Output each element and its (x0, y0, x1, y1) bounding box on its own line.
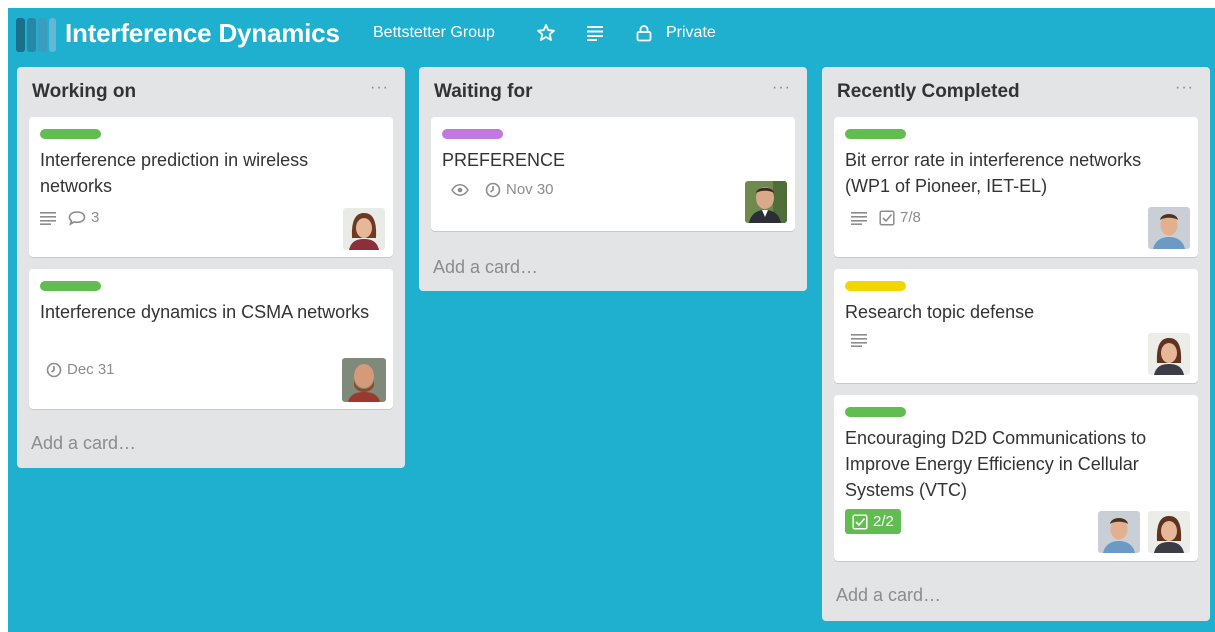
list-title[interactable]: Recently Completed (837, 81, 1020, 103)
description-icon (40, 211, 56, 225)
avatar[interactable] (1098, 511, 1140, 553)
list-title[interactable]: Working on (32, 81, 136, 103)
card-label-yellow (845, 281, 906, 291)
description-icon (851, 333, 867, 347)
board-header: Interference Dynamics Bettstetter Group … (8, 8, 1215, 60)
list-working-on: Working on ··· Interference prediction i… (17, 67, 405, 468)
list-menu-icon[interactable]: ··· (370, 79, 389, 97)
checklist-icon (852, 513, 868, 530)
card-title: Bit error rate in interference networks … (845, 150, 1142, 196)
list-menu-icon[interactable]: ··· (1175, 79, 1194, 97)
due-date-badge: Nov 30 (485, 181, 554, 198)
card-badges: 3 (40, 209, 99, 226)
list-waiting-for: Waiting for ··· PREFERENCE Nov 30 Add a … (419, 67, 807, 291)
card[interactable]: Interference dynamics in CSMA networks D… (29, 269, 393, 409)
card-label-green (40, 281, 101, 291)
team-button[interactable]: Bettstetter Group (373, 24, 495, 42)
card-title: Research topic defense (845, 302, 1035, 322)
clock-icon (485, 182, 501, 197)
checklist-count: 7/8 (900, 209, 921, 226)
card[interactable]: PREFERENCE Nov 30 (431, 117, 795, 231)
card[interactable]: Research topic defense (834, 269, 1198, 383)
card-badges (851, 333, 867, 347)
checklist-count: 2/2 (873, 513, 894, 530)
due-date-badge: Dec 31 (46, 361, 115, 378)
visibility-button[interactable]: Private (666, 24, 716, 42)
list-recently-completed: Recently Completed ··· Bit error rate in… (822, 67, 1210, 621)
list-title[interactable]: Waiting for (434, 81, 533, 103)
due-date: Nov 30 (506, 181, 554, 198)
card-label-green (845, 407, 906, 417)
board-title[interactable]: Interference Dynamics (65, 18, 340, 49)
card[interactable]: Interference prediction in wireless netw… (29, 117, 393, 257)
comment-count: 3 (91, 209, 100, 226)
lock-icon (636, 24, 652, 47)
card-badges: 7/8 (851, 209, 921, 226)
card-label-green (845, 129, 906, 139)
card-badges: Nov 30 (451, 181, 554, 198)
avatar[interactable] (1148, 333, 1190, 375)
avatar[interactable] (745, 181, 787, 223)
avatar[interactable] (1148, 511, 1190, 553)
comment-icon (68, 210, 86, 226)
board-logo-icon[interactable] (16, 18, 56, 52)
card[interactable]: Bit error rate in interference networks … (834, 117, 1198, 257)
checklist-icon (879, 209, 895, 226)
eye-icon (451, 183, 469, 197)
card-label-purple (442, 129, 503, 139)
card-title: PREFERENCE (442, 150, 566, 170)
add-card-button[interactable]: Add a card… (836, 585, 941, 606)
card-label-green (40, 129, 101, 139)
due-date: Dec 31 (67, 361, 115, 378)
avatar[interactable] (342, 358, 386, 402)
list-menu-icon[interactable]: ··· (772, 79, 791, 97)
card-title: Encouraging D2D Communications to Improv… (845, 428, 1147, 500)
card-badges: 2/2 (845, 509, 901, 534)
card-badges: Dec 31 (46, 361, 115, 378)
star-icon[interactable] (536, 23, 556, 48)
checklist-complete-badge: 2/2 (845, 509, 901, 534)
menu-lines-icon[interactable] (586, 25, 604, 46)
comments-badge: 3 (68, 209, 99, 226)
card-title: Interference prediction in wireless netw… (40, 150, 309, 196)
add-card-button[interactable]: Add a card… (31, 433, 136, 454)
checklist-badge: 7/8 (879, 209, 921, 226)
card[interactable]: Encouraging D2D Communications to Improv… (834, 395, 1198, 561)
add-card-button[interactable]: Add a card… (433, 257, 538, 278)
clock-icon (46, 362, 62, 377)
card-title: Interference dynamics in CSMA networks (40, 302, 370, 322)
description-icon (851, 211, 867, 225)
avatar[interactable] (1148, 207, 1190, 249)
avatar[interactable] (343, 208, 385, 250)
board: Interference Dynamics Bettstetter Group … (8, 8, 1215, 632)
